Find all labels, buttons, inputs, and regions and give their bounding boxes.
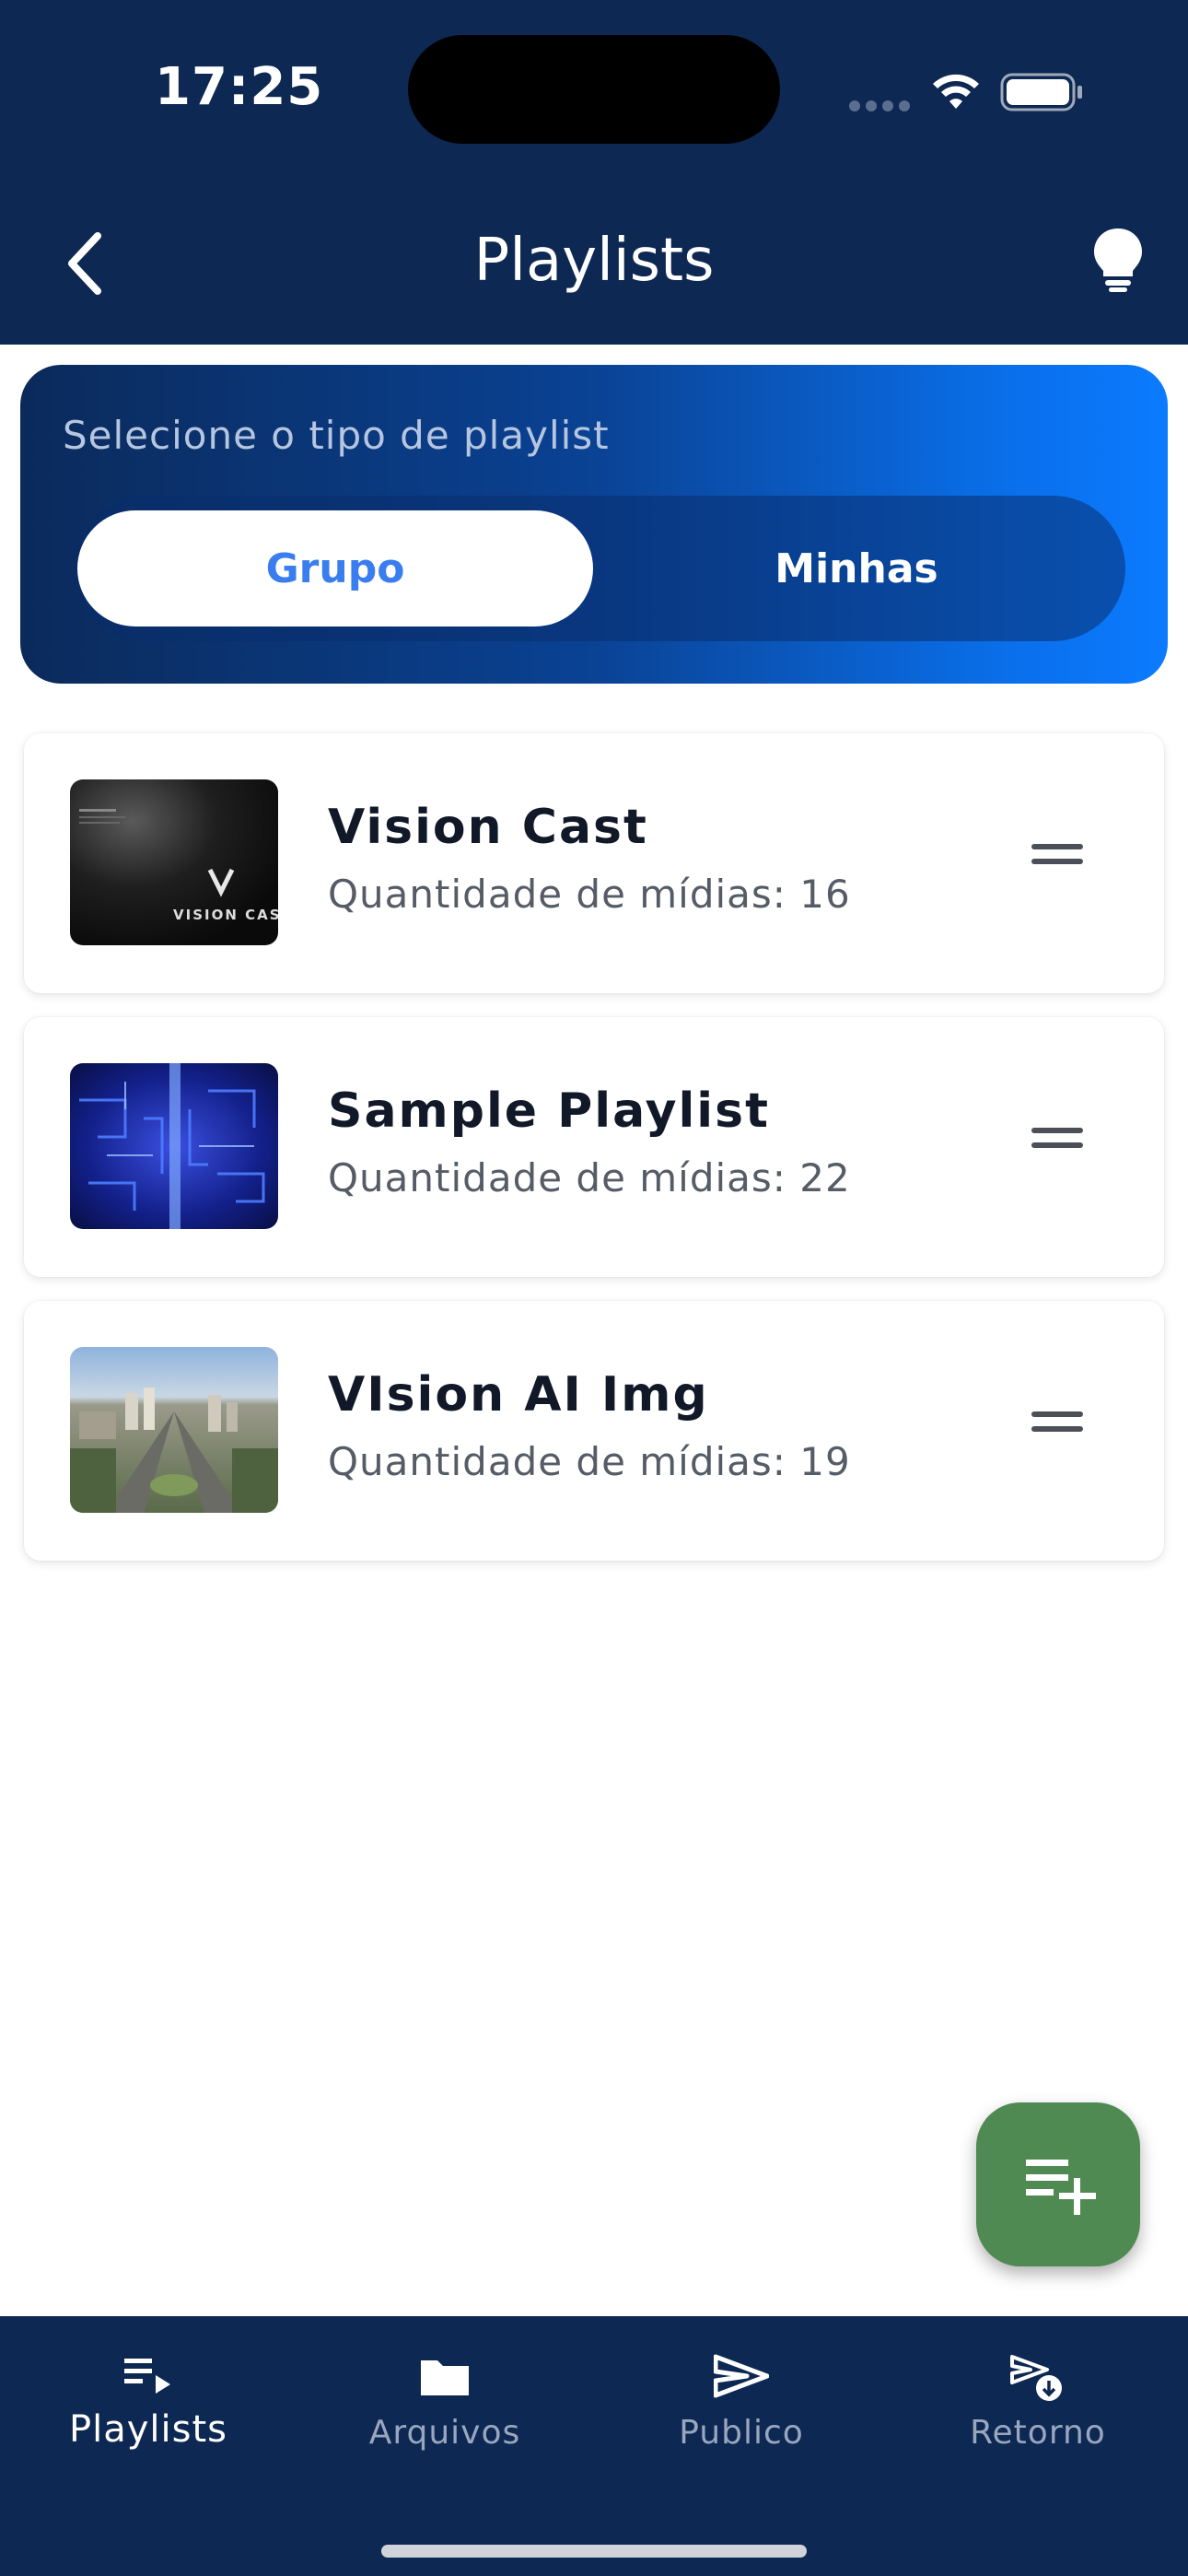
tab-label: Playlists (68, 2408, 227, 2451)
thumb-text: VISION CAST (173, 907, 278, 923)
playlist-type-label: Selecione o tipo de playlist (63, 413, 610, 458)
drag-handle-icon[interactable] (1031, 844, 1083, 881)
playlist-media-count: Quantidade de mídias: 16 (328, 872, 851, 917)
playlist-name: VIsion AI Img (328, 1367, 709, 1423)
add-playlist-button[interactable] (976, 2102, 1140, 2266)
playlist-card[interactable]: VISION CAST Vision Cast Quantidade de mí… (24, 733, 1164, 993)
drag-handle-icon[interactable] (1031, 1128, 1083, 1165)
playlist-thumbnail: VISION CAST (70, 779, 278, 945)
playlist-thumbnail (70, 1347, 278, 1513)
playlist-type-segmented-control: Grupo Minhas (76, 496, 1125, 641)
status-time: 17:25 (155, 57, 324, 117)
tab-label: Arquivos (368, 2414, 521, 2452)
playlist-name: Sample Playlist (328, 1083, 770, 1139)
segment-minhas[interactable]: Minhas (599, 510, 1114, 626)
send-download-icon (890, 2353, 1186, 2409)
home-indicator (381, 2545, 807, 2558)
folder-icon (297, 2353, 593, 2404)
drag-handle-icon[interactable] (1031, 1411, 1083, 1448)
lightbulb-icon[interactable] (1090, 227, 1146, 293)
playlist-card[interactable]: VIsion AI Img Quantidade de mídias: 19 (24, 1301, 1164, 1561)
tab-label: Publico (679, 2414, 804, 2452)
tab-publico[interactable]: Publico (593, 2316, 890, 2500)
battery-icon (1000, 73, 1082, 111)
dynamic-island (408, 35, 780, 144)
playlist-play-icon (0, 2353, 297, 2404)
page-title: Playlists (473, 227, 715, 295)
playlist-thumbnail (70, 1063, 278, 1229)
tab-arquivos[interactable]: Arquivos (297, 2316, 593, 2500)
playlist-media-count: Quantidade de mídias: 22 (328, 1155, 851, 1200)
playlist-add-icon (1026, 2160, 1096, 2215)
playlist-media-count: Quantidade de mídias: 19 (328, 1439, 851, 1484)
app-header: 17:25 Playlists (0, 0, 1188, 345)
tab-label: Retorno (970, 2414, 1106, 2452)
bottom-tab-bar: Playlists Arquivos Publico Retorno (0, 2316, 1188, 2576)
playlist-name: Vision Cast (328, 800, 648, 855)
wifi-icon (933, 74, 979, 109)
cellular-signal-icon (849, 100, 915, 116)
tab-retorno[interactable]: Retorno (890, 2316, 1186, 2500)
playlist-card[interactable]: Sample Playlist Quantidade de mídias: 22 (24, 1017, 1164, 1277)
status-icons (849, 64, 1089, 120)
send-icon (593, 2353, 890, 2404)
segment-grupo[interactable]: Grupo (77, 510, 593, 626)
tab-playlists[interactable]: Playlists (0, 2316, 297, 2500)
